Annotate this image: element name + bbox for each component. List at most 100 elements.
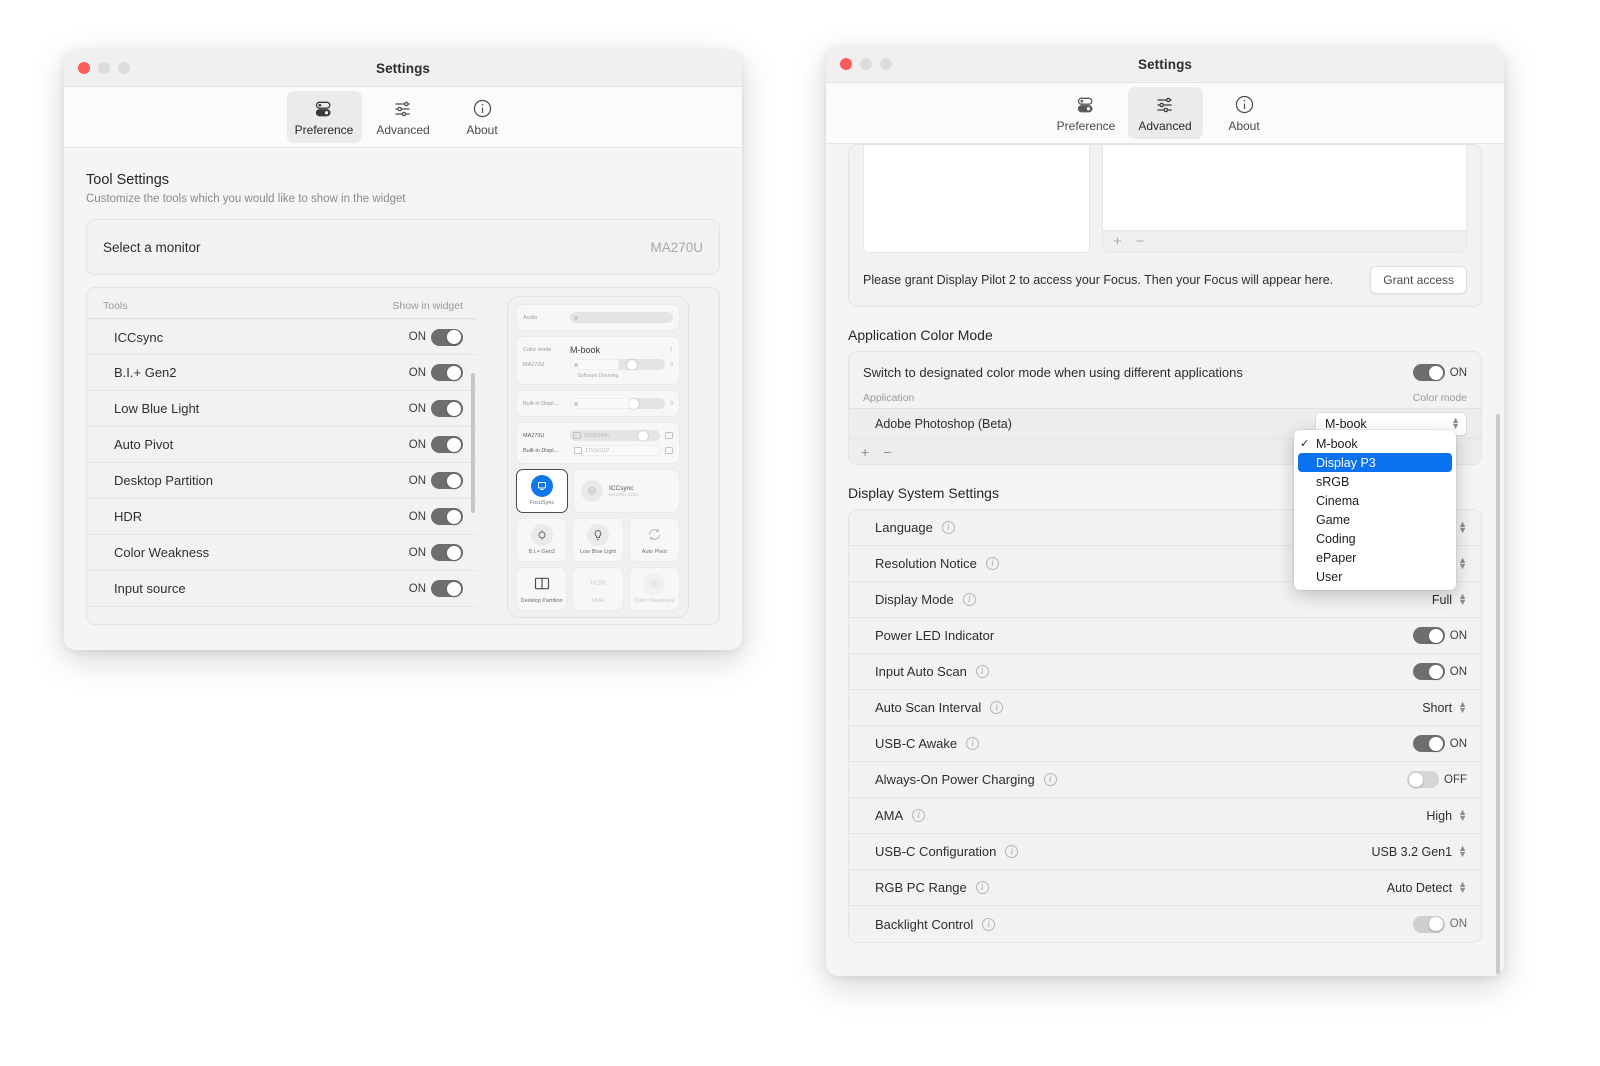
color-mode-dropdown-menu[interactable]: ✓ M-book Display P3 sRGB Cinema Game: [1294, 430, 1456, 590]
toggle-switch[interactable]: [1413, 916, 1445, 933]
tool-toggle[interactable]: ON: [409, 329, 463, 346]
info-icon[interactable]: i: [963, 593, 976, 606]
tool-row[interactable]: Low Blue Light ON: [87, 391, 477, 427]
tab-about[interactable]: About: [1207, 87, 1282, 139]
widget-res-slider[interactable]: 2560x1440: [570, 430, 660, 441]
tool-row[interactable]: Desktop Partition ON: [87, 463, 477, 499]
monitor-selector[interactable]: Select a monitor MA270U: [86, 219, 720, 275]
info-icon[interactable]: i: [912, 809, 925, 822]
widget-tile-color-weakness[interactable]: Color Weakness: [629, 567, 680, 611]
widget-tile-hdr[interactable]: HDR HDR: [572, 567, 623, 611]
tools-scrollbar[interactable]: [471, 373, 475, 609]
dropdown-option-game[interactable]: Game: [1294, 510, 1456, 529]
info-icon[interactable]: i: [990, 701, 1003, 714]
widget-colormode-stepper-icon[interactable]: ↕: [670, 346, 674, 353]
tool-row[interactable]: ICCsync ON: [87, 319, 477, 355]
widget-tile-low-blue-light[interactable]: Low Blue Light: [572, 518, 623, 562]
info-icon[interactable]: i: [986, 557, 999, 570]
dropdown-option-display-p3[interactable]: Display P3: [1298, 453, 1452, 472]
setting-toggle[interactable]: ON: [1413, 916, 1467, 933]
setting-row-always-on-power-charging[interactable]: Always-On Power Charging i OFF: [849, 762, 1481, 798]
info-icon[interactable]: i: [976, 665, 989, 678]
setting-row-usb-c-configuration[interactable]: USB-C Configuration i USB 3.2 Gen1 ▲▼: [849, 834, 1481, 870]
dropdown-option-m-book[interactable]: ✓ M-book: [1294, 434, 1456, 453]
chevron-updown-icon[interactable]: ▲▼: [1458, 702, 1467, 714]
chevron-updown-icon[interactable]: ▲▼: [1458, 558, 1467, 570]
toggle-switch[interactable]: [431, 329, 463, 346]
toggle-switch[interactable]: [1413, 735, 1445, 752]
dropdown-option-user[interactable]: User: [1294, 567, 1456, 586]
setting-row-rgb-pc-range[interactable]: RGB PC Range i Auto Detect ▲▼: [849, 870, 1481, 906]
add-focus-button[interactable]: +: [1113, 234, 1122, 249]
tool-toggle[interactable]: ON: [409, 400, 463, 417]
tool-toggle[interactable]: ON: [409, 544, 463, 561]
toggle-switch[interactable]: [1407, 771, 1439, 788]
toggle-switch[interactable]: [431, 364, 463, 381]
widget-audio-slider[interactable]: [570, 312, 673, 323]
tool-toggle[interactable]: ON: [409, 364, 463, 381]
setting-row-auto-scan-interval[interactable]: Auto Scan Interval i Short ▲▼: [849, 690, 1481, 726]
tool-row[interactable]: HDR ON: [87, 499, 477, 535]
setting-value[interactable]: USB 3.2 Gen1 ▲▼: [1371, 845, 1467, 859]
grant-access-button[interactable]: Grant access: [1370, 266, 1467, 294]
toggle-switch[interactable]: [1413, 663, 1445, 680]
tool-toggle[interactable]: ON: [409, 472, 463, 489]
info-icon[interactable]: i: [982, 918, 995, 931]
tab-advanced[interactable]: Advanced: [366, 91, 441, 143]
tools-scrollbar-thumb[interactable]: [471, 373, 475, 513]
toggle-switch[interactable]: [431, 544, 463, 561]
advanced-scrollbar-thumb[interactable]: [1496, 414, 1500, 974]
tab-preference[interactable]: Preference: [1049, 87, 1124, 139]
widget-tile-focusync[interactable]: FocuSync: [516, 469, 568, 513]
dropdown-option-cinema[interactable]: Cinema: [1294, 491, 1456, 510]
tool-row[interactable]: B.I.+ Gen2 ON: [87, 355, 477, 391]
tool-row[interactable]: Color Weakness ON: [87, 535, 477, 571]
tool-toggle[interactable]: ON: [409, 580, 463, 597]
setting-row-backlight-control[interactable]: Backlight Control i ON: [849, 906, 1481, 942]
focus-list-left[interactable]: [863, 145, 1090, 253]
widget-tile-auto-pivot[interactable]: Auto Pivot: [629, 518, 680, 562]
widget-tile-iccsync[interactable]: ICCsync MA270U 12cm: [573, 469, 680, 513]
setting-toggle[interactable]: ON: [1413, 735, 1467, 752]
toggle-switch[interactable]: [1413, 364, 1445, 381]
widget-tile-desktop-partition[interactable]: Desktop Partition: [516, 567, 567, 611]
chevron-updown-icon[interactable]: ▲▼: [1458, 882, 1467, 894]
setting-toggle[interactable]: OFF: [1407, 771, 1467, 788]
acm-remove-button[interactable]: −: [883, 445, 891, 459]
setting-value[interactable]: High ▲▼: [1426, 809, 1467, 823]
info-icon[interactable]: i: [966, 737, 979, 750]
widget-brightness-slider[interactable]: [570, 359, 665, 370]
setting-row-input-auto-scan[interactable]: Input Auto Scan i ON: [849, 654, 1481, 690]
widget-builtin-slider[interactable]: [570, 398, 665, 409]
chevron-updown-icon[interactable]: ▲▼: [1458, 522, 1467, 534]
setting-toggle[interactable]: ON: [1413, 627, 1467, 644]
toggle-switch[interactable]: [1413, 627, 1445, 644]
remove-focus-button[interactable]: −: [1136, 234, 1145, 249]
toggle-switch[interactable]: [431, 472, 463, 489]
tool-toggle[interactable]: ON: [409, 508, 463, 525]
info-icon[interactable]: i: [942, 521, 955, 534]
toggle-switch[interactable]: [431, 508, 463, 525]
acm-add-button[interactable]: +: [861, 445, 869, 459]
setting-value[interactable]: Short ▲▼: [1422, 701, 1467, 715]
info-icon[interactable]: i: [1005, 845, 1018, 858]
chevron-updown-icon[interactable]: ▲▼: [1458, 810, 1467, 822]
toggle-switch[interactable]: [431, 580, 463, 597]
focus-list-right[interactable]: + −: [1102, 145, 1467, 253]
info-icon[interactable]: i: [976, 881, 989, 894]
setting-row-usb-c-awake[interactable]: USB-C Awake i ON: [849, 726, 1481, 762]
setting-value[interactable]: Full ▲▼: [1432, 593, 1467, 607]
tab-advanced[interactable]: Advanced: [1128, 87, 1203, 139]
tab-about[interactable]: About: [445, 91, 520, 143]
tool-toggle[interactable]: ON: [409, 436, 463, 453]
tool-row[interactable]: Auto Pivot ON: [87, 427, 477, 463]
dropdown-option-srgb[interactable]: sRGB: [1294, 472, 1456, 491]
dropdown-option-epaper[interactable]: ePaper: [1294, 548, 1456, 567]
chevron-updown-icon[interactable]: ▲▼: [1458, 594, 1467, 606]
toggle-switch[interactable]: [431, 436, 463, 453]
info-icon[interactable]: i: [1044, 773, 1057, 786]
acm-switch-toggle[interactable]: ON: [1413, 364, 1467, 381]
setting-row-power-led-indicator[interactable]: Power LED Indicator ON: [849, 618, 1481, 654]
tool-row[interactable]: Input source ON: [87, 571, 477, 607]
toggle-switch[interactable]: [431, 400, 463, 417]
